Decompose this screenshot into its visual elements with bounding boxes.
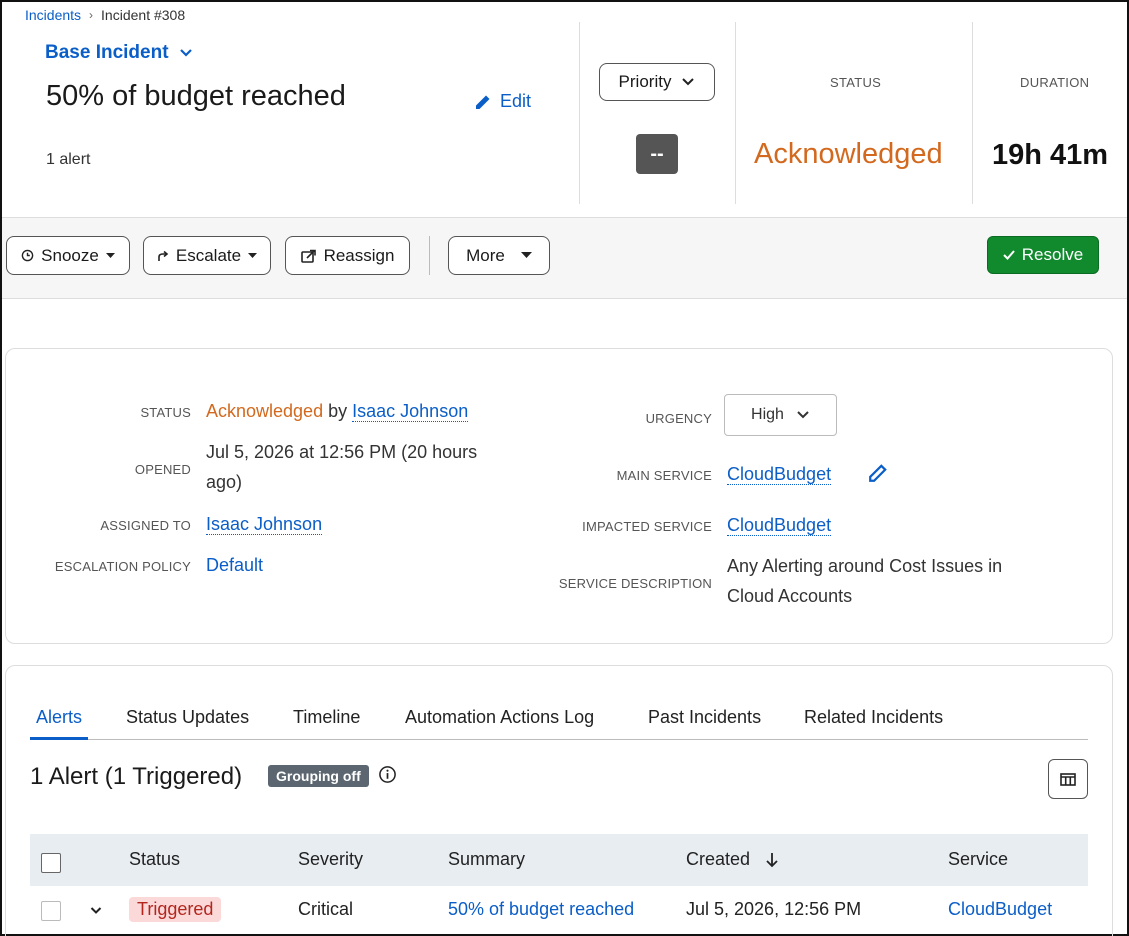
details-opened-value: Jul 5, 2026 at 12:56 PM (20 hours ago) bbox=[206, 442, 478, 492]
urgency-dropdown[interactable]: High bbox=[724, 394, 837, 436]
breadcrumb-incidents-link[interactable]: Incidents bbox=[25, 7, 81, 23]
grouping-badge: Grouping off bbox=[268, 765, 369, 787]
reassign-button[interactable]: Reassign bbox=[285, 236, 410, 275]
toolbar-divider bbox=[429, 236, 430, 275]
more-label: More bbox=[466, 245, 505, 265]
tab-timeline[interactable]: Timeline bbox=[293, 707, 360, 740]
escalate-button[interactable]: Escalate bbox=[143, 236, 271, 275]
alerts-table-header: Status Severity Summary Created Service bbox=[30, 834, 1088, 886]
snooze-label: Snooze bbox=[41, 245, 99, 265]
urgency-value: High bbox=[751, 406, 784, 423]
details-service-desc-label: SERVICE DESCRIPTION bbox=[558, 576, 712, 591]
sort-arrow-down-icon bbox=[766, 852, 778, 867]
tab-past-incidents[interactable]: Past Incidents bbox=[648, 707, 761, 740]
select-all-checkbox[interactable] bbox=[41, 853, 61, 873]
columns-icon bbox=[1060, 772, 1076, 786]
more-button[interactable]: More bbox=[448, 236, 550, 275]
row-summary-link[interactable]: 50% of budget reached bbox=[448, 899, 634, 920]
tab-related-incidents[interactable]: Related Incidents bbox=[804, 707, 943, 740]
caret-down-icon bbox=[520, 252, 532, 258]
resolve-button[interactable]: Resolve bbox=[987, 236, 1099, 274]
reassign-icon bbox=[300, 249, 316, 263]
row-created: Jul 5, 2026, 12:56 PM bbox=[686, 899, 862, 919]
impacted-service-link[interactable]: CloudBudget bbox=[727, 515, 832, 536]
incident-type-label: Base Incident bbox=[45, 42, 169, 63]
breadcrumb: Incidents › Incident #308 bbox=[25, 7, 185, 23]
alerts-heading: 1 Alert (1 Triggered) bbox=[30, 763, 243, 790]
header-status-value: Acknowledged bbox=[754, 138, 943, 170]
tab-automation-actions-log[interactable]: Automation Actions Log bbox=[405, 707, 594, 740]
details-impacted-service-label: IMPACTED SERVICE bbox=[582, 519, 712, 534]
details-service-desc-value: Any Alerting around Cost Issues in Cloud… bbox=[727, 556, 1003, 606]
chevron-down-icon bbox=[797, 411, 809, 419]
row-checkbox[interactable] bbox=[41, 901, 61, 921]
table-row: Triggered Critical 50% of budget reached… bbox=[30, 886, 1088, 936]
details-assigned-user-link[interactable]: Isaac Johnson bbox=[206, 514, 323, 535]
header-divider bbox=[735, 22, 736, 204]
pencil-icon bbox=[476, 95, 490, 109]
tab-status-updates[interactable]: Status Updates bbox=[126, 707, 249, 740]
column-header-severity[interactable]: Severity bbox=[298, 849, 363, 870]
incident-details-card: STATUS Acknowledged by Isaac Johnson OPE… bbox=[5, 348, 1113, 644]
column-header-created-label: Created bbox=[686, 849, 751, 869]
column-header-service[interactable]: Service bbox=[948, 849, 1008, 870]
escalate-icon bbox=[158, 250, 169, 261]
incident-tabs: Alerts Status Updates Timeline Automatio… bbox=[30, 707, 1088, 740]
details-escalation-label: ESCALATION POLICY bbox=[54, 559, 191, 574]
header-duration-value: 19h 41m bbox=[992, 139, 1109, 171]
details-assigned: Isaac Johnson bbox=[206, 509, 323, 539]
action-toolbar: Snooze Escalate Reassign More Resolve bbox=[2, 217, 1127, 299]
details-impacted-service: CloudBudget bbox=[727, 510, 832, 540]
checkmark-icon bbox=[1003, 250, 1015, 260]
chevron-down-icon bbox=[682, 78, 695, 86]
incident-title: 50% of budget reached bbox=[46, 80, 346, 112]
details-status-user-link[interactable]: Isaac Johnson bbox=[352, 401, 469, 422]
details-assigned-label: ASSIGNED TO bbox=[100, 518, 191, 533]
escalate-label: Escalate bbox=[175, 245, 242, 265]
edit-label: Edit bbox=[500, 91, 532, 111]
caret-down-icon bbox=[248, 252, 258, 258]
edit-service-pencil-icon[interactable] bbox=[868, 463, 888, 483]
snooze-button[interactable]: Snooze bbox=[6, 236, 130, 275]
alert-count: 1 alert bbox=[46, 151, 91, 168]
reassign-label: Reassign bbox=[323, 245, 395, 265]
details-main-service-label: MAIN SERVICE bbox=[616, 468, 712, 483]
edit-title-button[interactable]: Edit bbox=[474, 91, 531, 112]
details-urgency-label: URGENCY bbox=[645, 411, 712, 426]
column-header-status[interactable]: Status bbox=[129, 849, 180, 870]
column-settings-button[interactable] bbox=[1048, 759, 1088, 799]
priority-label: Priority bbox=[618, 72, 672, 91]
priority-value: -- bbox=[636, 134, 678, 174]
header-status-label: STATUS bbox=[830, 75, 882, 90]
details-escalation-link[interactable]: Default bbox=[206, 555, 263, 575]
details-status: Acknowledged by Isaac Johnson bbox=[206, 396, 469, 426]
details-main-service: CloudBudget bbox=[727, 459, 832, 489]
header-divider bbox=[972, 22, 973, 204]
incident-type-selector[interactable]: Base Incident bbox=[45, 42, 193, 64]
details-opened-label: OPENED bbox=[134, 462, 191, 477]
clock-icon bbox=[21, 249, 34, 262]
info-icon[interactable] bbox=[378, 765, 397, 784]
row-severity: Critical bbox=[298, 899, 354, 919]
header-divider bbox=[579, 22, 580, 204]
column-header-created[interactable]: Created bbox=[686, 849, 778, 870]
header-duration-label: DURATION bbox=[1020, 75, 1090, 90]
breadcrumb-current: Incident #308 bbox=[101, 7, 186, 23]
expand-chevron-icon[interactable] bbox=[90, 906, 102, 915]
resolve-label: Resolve bbox=[1021, 245, 1084, 264]
details-escalation: Default bbox=[206, 550, 263, 580]
status-badge-triggered: Triggered bbox=[129, 897, 222, 922]
details-status-label: STATUS bbox=[140, 405, 191, 420]
tab-alerts[interactable]: Alerts bbox=[30, 707, 89, 740]
details-status-by: by bbox=[328, 401, 348, 421]
chevron-down-icon bbox=[179, 49, 192, 57]
breadcrumb-separator: › bbox=[89, 8, 94, 22]
priority-dropdown[interactable]: Priority bbox=[599, 63, 715, 101]
details-status-value: Acknowledged bbox=[206, 401, 324, 421]
caret-down-icon bbox=[105, 252, 115, 258]
column-header-summary[interactable]: Summary bbox=[448, 849, 525, 870]
row-service-link[interactable]: CloudBudget bbox=[948, 899, 1052, 920]
main-service-link[interactable]: CloudBudget bbox=[727, 464, 832, 485]
